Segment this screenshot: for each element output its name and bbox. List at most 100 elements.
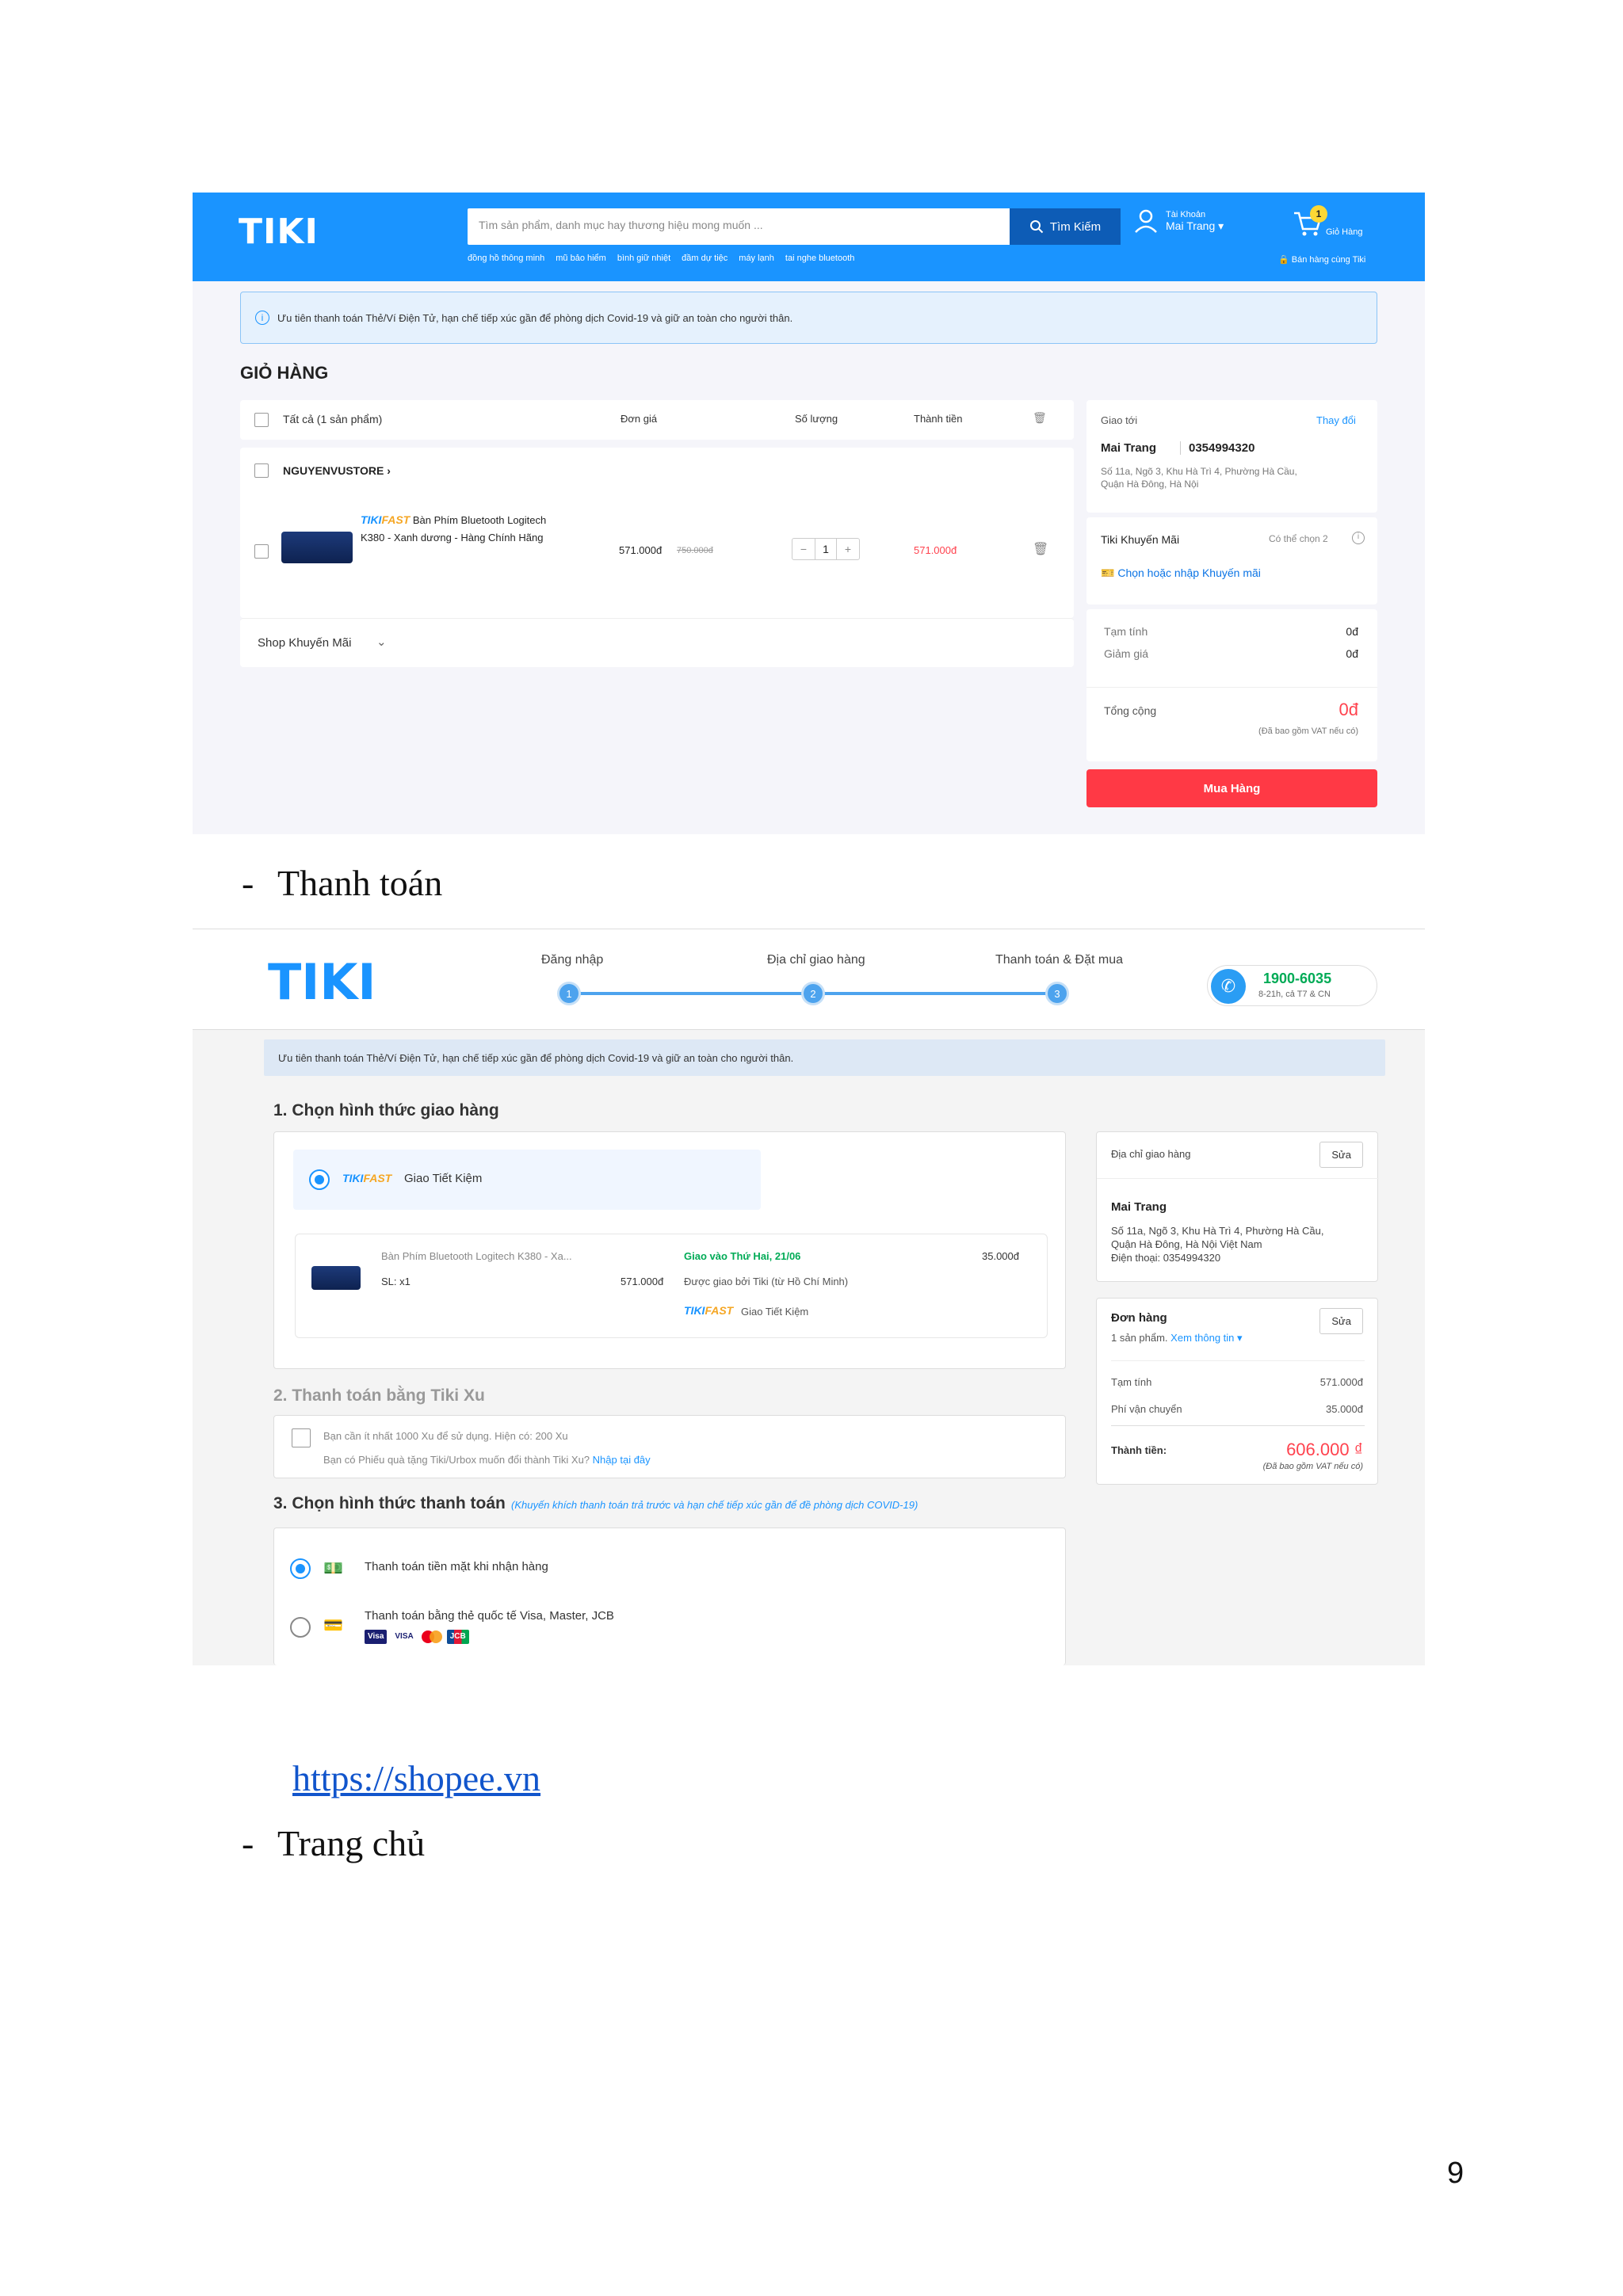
card-logos: Visa VISA JCB [365, 1630, 469, 1644]
tiki-cart-screenshot: TIKI Tìm sản phẩm, danh mục hay thương h… [193, 193, 1425, 834]
hotline-number: 1900-6035 [1263, 971, 1332, 986]
suggestion-link[interactable]: bình giữ nhiệt [617, 254, 670, 263]
store-checkbox[interactable] [254, 463, 269, 478]
choose-promo-link[interactable]: 🎫 Chọn hoặc nhập Khuyến mãi [1101, 566, 1261, 580]
search-button-label: Tìm Kiếm [1049, 219, 1102, 234]
product-name-line1: Bàn Phím Bluetooth Logitech [412, 514, 547, 526]
cash-icon: 💵 [323, 1560, 343, 1577]
sell-with-tiki-link[interactable]: 🔒 Bán hàng cùng Tiki [1278, 254, 1365, 265]
address-summary-box: Địa chỉ giao hàng Sửa Mai Trang Số 11a, … [1096, 1131, 1379, 1282]
package-method: Giao Tiết Kiệm [741, 1306, 809, 1318]
product-image [311, 1266, 361, 1290]
quantity-value[interactable]: 1 [815, 539, 837, 559]
shipping-fee: 35.000đ [982, 1250, 1019, 1262]
shopee-link[interactable]: https://shopee.vn [292, 1757, 540, 1799]
tiki-logo[interactable]: TIKI [268, 953, 376, 1011]
caption-payment: Thanh toán [277, 863, 443, 903]
suggestion-link[interactable]: đồng hồ thông minh [468, 254, 544, 263]
card-label[interactable]: Thanh toán bằng thẻ quốc tế Visa, Master… [365, 1609, 614, 1623]
credit-card-icon: 💳 [323, 1617, 343, 1634]
package-qty: SL: x1 [381, 1276, 411, 1287]
delivery-option-label: Giao Tiết Kiệm [404, 1172, 483, 1185]
order-summary-box: Đơn hàng Sửa 1 sản phẩm. Xem thông tin ▾… [1096, 1298, 1378, 1485]
subtotal-value: 0đ [1346, 625, 1358, 638]
suggestion-link[interactable]: mũ bảo hiểm [556, 254, 606, 263]
delete-item-icon[interactable]: 🗑 [1033, 541, 1048, 557]
tikifast-badge: TIKIFAST [684, 1304, 734, 1317]
cart-label: Giỏ Hàng [1326, 227, 1363, 237]
receiver-name: Mai Trang [1111, 1200, 1167, 1214]
delivered-by: Được giao bởi Tiki (từ Hồ Chí Minh) [684, 1276, 849, 1287]
notice-text: Ưu tiên thanh toán Thẻ/Ví Điện Tử, hạn c… [278, 1051, 794, 1064]
suggestion-link[interactable]: đầm dự tiệc [682, 254, 727, 263]
subtotal-label: Tạm tính [1111, 1376, 1152, 1388]
info-icon: i [255, 311, 269, 325]
edit-address-button[interactable]: Sửa [1319, 1142, 1363, 1168]
product-info[interactable]: TIKIFAST Bàn Phím Bluetooth Logitech K38… [361, 511, 598, 547]
product-image[interactable] [281, 532, 353, 563]
enter-here-link[interactable]: Nhập tại đây [593, 1454, 651, 1466]
divider [1111, 1360, 1365, 1361]
step-label-payment: Thanh toán & Đặt mua [995, 953, 1123, 967]
cod-label[interactable]: Thanh toán tiền mặt khi nhận hàng [365, 1560, 548, 1573]
shop-promo-label: Shop Khuyến Mãi [258, 636, 352, 650]
notice-text: Ưu tiên thanh toán Thẻ/Ví Điện Tử, hạn c… [277, 311, 793, 324]
vat-note: (Đã bao gồm VAT nếu có) [1258, 727, 1358, 736]
cart-link[interactable]: 1 Giỏ Hàng [1293, 205, 1363, 237]
trash-icon[interactable]: 🗑 [1033, 411, 1047, 425]
grand-total-value: 0đ [1338, 700, 1358, 719]
select-all-checkbox[interactable] [254, 413, 269, 427]
receiver-address: Số 11a, Ngõ 3, Khu Hà Trì 4, Phường Hà C… [1111, 1225, 1324, 1264]
delivery-radio[interactable] [309, 1169, 330, 1190]
step-label-login: Đăng nhập [541, 953, 604, 967]
increase-button[interactable]: + [837, 539, 859, 559]
subtotal-label: Tạm tính [1104, 625, 1148, 638]
step-label-address: Địa chỉ giao hàng [767, 953, 865, 967]
subtotal-value: 571.000đ [1319, 1376, 1363, 1388]
tiki-logo[interactable]: TIKI [239, 212, 319, 252]
change-address-link[interactable]: Thay đổi [1316, 414, 1356, 426]
delivery-option[interactable]: TIKIFAST Giao Tiết Kiệm [293, 1150, 761, 1210]
info-icon[interactable]: i [1352, 532, 1365, 544]
cod-radio[interactable] [290, 1558, 311, 1579]
delivery-method-box: TIKIFAST Giao Tiết Kiệm Bàn Phím Bluetoo… [273, 1131, 1066, 1369]
xu-voucher-text: Bạn có Phiếu quà tặng Tiki/Urbox muốn đổ… [323, 1454, 651, 1466]
discount-value: 0đ [1346, 647, 1358, 660]
item-checkbox[interactable] [254, 544, 269, 559]
buy-button[interactable]: Mua Hàng [1086, 769, 1377, 807]
edit-order-button[interactable]: Sửa [1319, 1308, 1363, 1334]
unit-price-header: Đơn giá [621, 413, 658, 425]
card-radio[interactable] [290, 1617, 311, 1638]
search-suggestions: đồng hồ thông minh mũ bảo hiểm bình giữ … [468, 254, 1022, 263]
store-name[interactable]: NGUYENVUSTORE › [283, 464, 391, 477]
tiki-xu-box: Bạn cần ít nhất 1000 Xu để sử dụng. Hiện… [273, 1415, 1066, 1478]
total-value: 606.000 ₫ [1286, 1440, 1363, 1459]
suggestion-link[interactable]: tai nghe bluetooth [785, 254, 854, 263]
receiver-name: Mai Trang [1101, 441, 1157, 455]
product-name-line2: K380 - Xanh dương - Hàng Chính Hãng [361, 532, 544, 543]
shop-promo-row[interactable]: Shop Khuyến Mãi ⌄ [240, 618, 1074, 667]
grand-total-label: Tổng cộng [1104, 704, 1157, 717]
section-title-tiki-xu: 2. Thanh toán bằng Tiki Xu [273, 1386, 485, 1405]
view-details-link[interactable]: Xem thông tin ▾ [1170, 1332, 1242, 1344]
promo-hint: Có thể chọn 2 [1269, 533, 1328, 544]
shipping-fee-value: 35.000đ [1326, 1403, 1363, 1415]
payment-note: (Khuyến khích thanh toán trả trước và hạ… [511, 1499, 918, 1511]
use-xu-checkbox[interactable] [292, 1428, 311, 1447]
quantity-header: Số lượng [795, 413, 838, 425]
step-dot-address: 2 [801, 982, 825, 1005]
package-box: Bàn Phím Bluetooth Logitech K380 - Xa...… [295, 1234, 1048, 1338]
account-menu[interactable]: Tài Khoản Mai Trang ▾ [1134, 208, 1224, 234]
address-box-title: Địa chỉ giao hàng [1111, 1148, 1191, 1160]
cart-count-badge: 1 [1310, 205, 1327, 223]
search-button[interactable]: Tìm Kiếm [1010, 208, 1121, 245]
search-input[interactable]: Tìm sản phẩm, danh mục hay thương hiệu m… [468, 208, 1010, 245]
suggestion-link[interactable]: máy lạnh [739, 254, 774, 263]
hotline-hours: 8-21h, cả T7 & CN [1258, 990, 1331, 999]
decrease-button[interactable]: − [792, 539, 815, 559]
total-header: Thành tiền [914, 413, 963, 425]
user-icon [1135, 209, 1157, 233]
order-item-count: 1 sản phẩm. Xem thông tin ▾ [1111, 1332, 1243, 1344]
hotline-box[interactable]: ✆ 1900-6035 8-21h, cả T7 & CN [1207, 965, 1377, 1006]
store-group: NGUYENVUSTORE › TIKIFAST Bàn Phím Blueto… [240, 448, 1074, 618]
